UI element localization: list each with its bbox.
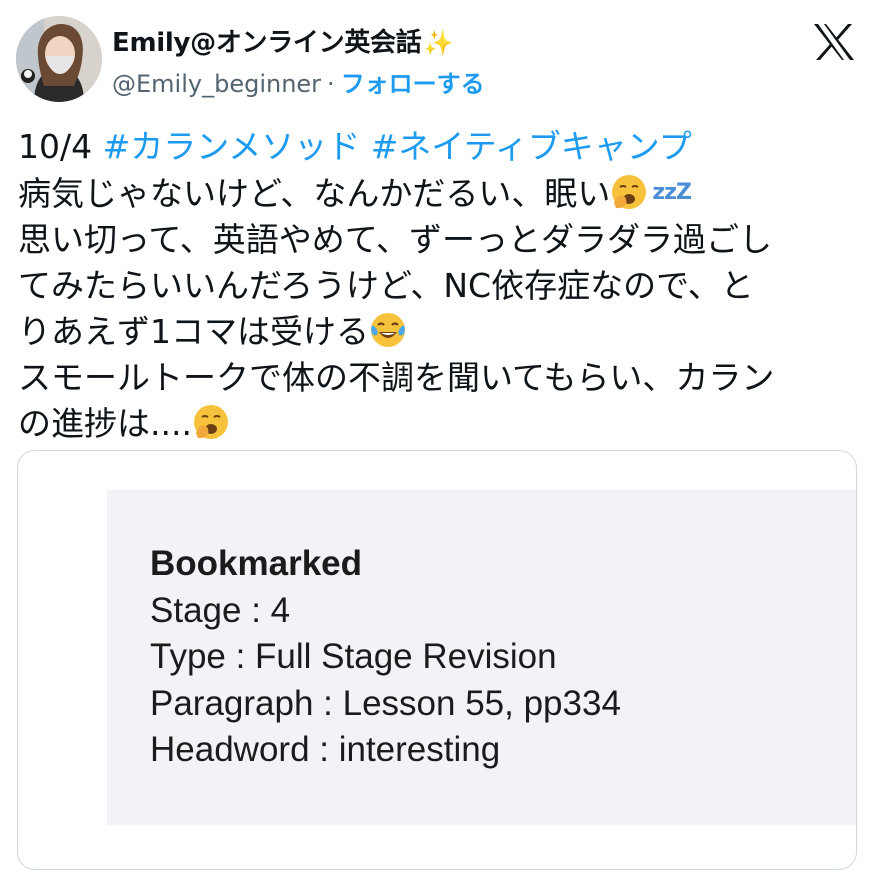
tweet-header: Emily@オンライン英会話✨ @Emily_beginner · フォローする [0,0,878,110]
tweet-line: スモールトークで体の不調を聞いてもらい、カラン [18,355,863,401]
tweet-line-text: スモールトークで体の不調を聞いてもらい、カラン [18,358,775,397]
user-handle[interactable]: @Emily_beginner [112,70,321,98]
tweet-line-text: の進捗は.... [18,404,192,443]
date-text: 10/4 [18,127,103,166]
bookmark-panel: Bookmarked Stage : 4 Type : Full Stage R… [107,490,856,825]
hashtag-link[interactable]: #カランメソッド [103,127,361,166]
tweet-line: の進捗は.... [18,401,863,447]
separator-dot: · [327,70,335,98]
tweet-line-text: 思い切って、英語やめて、ずーっとダラダラ過ごし [18,220,773,259]
bookmark-title: Bookmarked [150,544,363,583]
tweet-text: 10/4 #カランメソッド #ネイティブキャンプ 病気じゃないけど、なんかだるい… [18,124,863,447]
display-name-text[interactable]: Emily@オンライン英会話 [112,28,422,58]
handle-row: @Emily_beginner · フォローする [112,64,485,99]
yawning-face-icon [193,405,228,439]
tweet-line-text: りあえず1コマは受ける [18,312,369,351]
avatar[interactable] [16,16,102,102]
tweet-line: 10/4 #カランメソッド #ネイティブキャンプ [18,124,863,170]
zzz-icon: zzZ [652,180,692,205]
x-logo-icon[interactable] [812,22,856,62]
follow-button[interactable]: フォローする [341,70,485,98]
bookmark-stage: Stage : 4 [150,590,291,630]
tweet-line: 病気じゃないけど、なんかだるい、眠い zzZ [18,170,863,217]
bookmark-details: Bookmarked Stage : 4 Type : Full Stage R… [150,541,621,774]
hashtag-link[interactable]: #ネイティブキャンプ [371,127,692,166]
tears-of-joy-icon [371,313,405,347]
bookmark-paragraph: Paragraph : Lesson 55, pp334 [150,683,621,723]
tweet-line-text: 病気じゃないけど、なんかだるい、眠い [18,174,611,213]
tweet-line-text: てみたらいいんだろうけど、NC依存症なので、と [18,266,754,305]
bookmark-type: Type : Full Stage Revision [150,637,557,676]
yawning-face-icon [612,175,647,209]
tweet-line: りあえず1コマは受ける [18,309,863,355]
bookmark-headword: Headword : interesting [150,730,501,769]
tweet-line: 思い切って、英語やめて、ずーっとダラダラ過ごし [18,217,863,263]
tweet-line: てみたらいいんだろうけど、NC依存症なので、と [18,263,863,309]
display-name[interactable]: Emily@オンライン英会話✨ [112,22,453,59]
sparkles-icon: ✨ [423,29,454,57]
attached-image-card[interactable]: Bookmarked Stage : 4 Type : Full Stage R… [17,450,857,870]
